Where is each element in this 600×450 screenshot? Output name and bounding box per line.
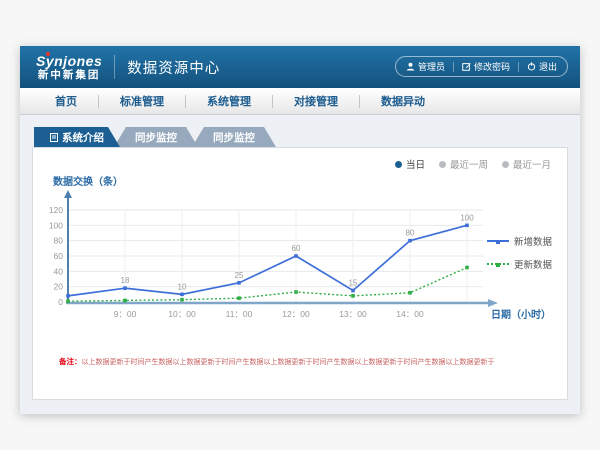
page: Synjones 新中新集团 数据资源中心 管理员 修改密码 退出 [0,0,600,450]
range-option-last-month[interactable]: 最近一月 [502,157,551,171]
nav-item-standard-mgmt[interactable]: 标准管理 [99,93,185,109]
current-user-button[interactable]: 管理员 [406,60,445,73]
logout-button[interactable]: 退出 [527,60,557,73]
svg-text:10：00: 10：00 [168,309,196,319]
svg-text:9：00: 9：00 [114,309,137,319]
chart-legend: 新增数据 更新数据 [487,234,563,271]
document-icon [50,133,58,142]
user-toolbar: 管理员 修改密码 退出 [395,56,568,77]
svg-text:100: 100 [460,213,474,222]
svg-text:20: 20 [54,282,64,292]
radio-dot-icon [439,161,446,168]
radio-dot-icon [502,161,509,168]
legend-item-new-data[interactable]: 新增数据 [487,234,563,248]
svg-text:10: 10 [178,282,187,291]
header: Synjones 新中新集团 数据资源中心 管理员 修改密码 退出 [20,46,580,88]
pill-separator [453,62,454,72]
range-option-today[interactable]: 当日 [395,157,425,171]
time-range-options: 当日 最近一周 最近一月 [395,157,551,171]
svg-text:11：00: 11：00 [226,309,253,319]
legend-item-updated-data[interactable]: 更新数据 [487,257,563,271]
change-password-button[interactable]: 修改密码 [462,60,510,73]
main-nav: 首页 标准管理 系统管理 对接管理 数据异动 [20,88,580,115]
tab-system-intro[interactable]: 系统介绍 [34,127,120,147]
logo-text-cn: 新中新集团 [38,70,101,81]
svg-text:13：00: 13：00 [339,309,367,319]
svg-text:100: 100 [49,220,63,230]
svg-text:14：00: 14：00 [396,309,424,319]
svg-text:60: 60 [292,244,301,253]
svg-text:25: 25 [235,271,244,280]
user-icon [406,62,415,71]
content-area: 系统介绍 同步监控 同步监控 当日 最近一周 [20,115,580,400]
app-title: 数据资源中心 [127,57,220,78]
legend-line-sample [487,240,509,242]
edit-icon [462,62,471,71]
logo-text-en: Synjones [36,54,102,68]
pill-separator [518,62,519,72]
svg-text:15: 15 [349,279,358,288]
brand-logo[interactable]: Synjones 新中新集团 [36,54,102,81]
svg-text:60: 60 [54,251,64,261]
logo-red-dot-icon [46,52,50,56]
footnote: 备注：以上数据更新于时间产生数据以上数据更新于时间产生数据以上数据更新于时间产生… [59,356,559,367]
svg-text:80: 80 [54,236,64,246]
svg-text:18: 18 [121,276,130,285]
legend-line-sample [487,263,509,265]
svg-text:12：00: 12：00 [282,309,310,319]
nav-item-data-change[interactable]: 数据异动 [360,93,446,109]
svg-text:0: 0 [58,297,63,307]
range-option-last-week[interactable]: 最近一周 [439,157,488,171]
y-axis-title: 数据交换（条） [53,173,123,188]
svg-text:120: 120 [49,205,63,215]
svg-text:40: 40 [54,266,64,276]
svg-text:80: 80 [406,229,415,238]
nav-item-interface-mgmt[interactable]: 对接管理 [273,93,359,109]
svg-text:日期（小时）: 日期（小时） [491,308,551,321]
nav-item-home[interactable]: 首页 [34,93,98,109]
tab-bar: 系统介绍 同步监控 同步监控 [34,127,568,147]
tab-sync-monitor-2[interactable]: 同步监控 [192,127,276,147]
footnote-label: 备注： [59,357,82,366]
nav-item-system-mgmt[interactable]: 系统管理 [186,93,272,109]
chart-card: 当日 最近一周 最近一月 数据交换（条） 0 20 40 60 80 100 120 9：00… [32,147,568,400]
app-window: Synjones 新中新集团 数据资源中心 管理员 修改密码 退出 [20,46,580,414]
radio-dot-icon [395,161,402,168]
power-icon [527,62,536,71]
tab-sync-monitor-1[interactable]: 同步监控 [114,127,198,147]
header-divider [114,55,115,79]
